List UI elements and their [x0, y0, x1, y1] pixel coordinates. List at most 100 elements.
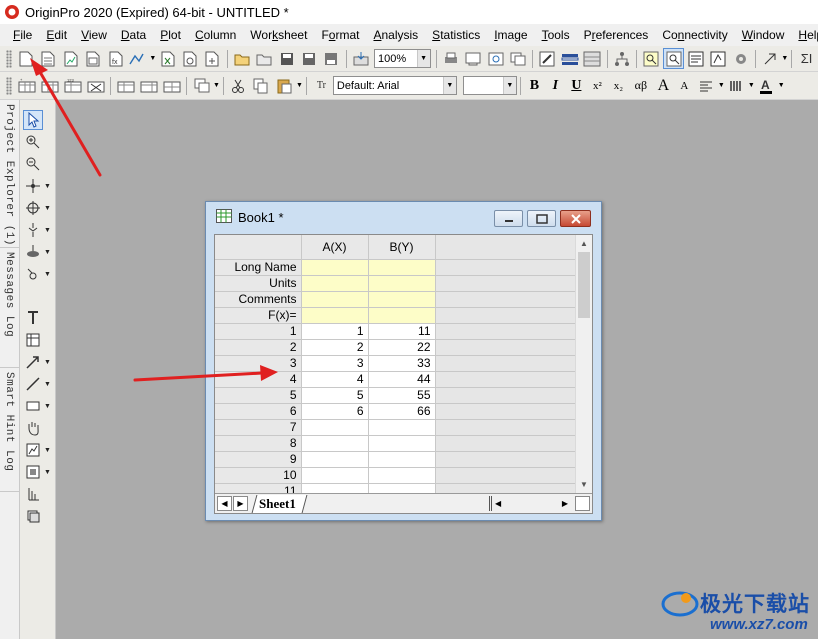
row-number[interactable]: 4 [215, 371, 302, 388]
tool-dropdown-icon[interactable]: ▼ [44, 271, 51, 278]
menu-image[interactable]: Image [487, 25, 534, 45]
menu-help[interactable]: Help [791, 25, 818, 45]
print-icon[interactable] [441, 48, 461, 69]
comments-cell-a[interactable] [301, 291, 369, 308]
zoom-select[interactable]: 100% ▼ [374, 49, 431, 68]
cell-b[interactable] [368, 435, 436, 452]
new-function-icon[interactable]: fx [106, 48, 126, 69]
menu-statistics[interactable]: Statistics [425, 25, 487, 45]
toolbar-overflow-icon[interactable]: ▼ [781, 55, 788, 62]
long-name-cell-a[interactable] [301, 259, 369, 276]
toolbar-grip[interactable] [6, 76, 12, 95]
minimize-button[interactable] [494, 210, 523, 227]
line-tool[interactable]: ▼ [23, 374, 53, 394]
menu-worksheet[interactable]: Worksheet [243, 25, 314, 45]
scroll-down-icon[interactable]: ▼ [576, 476, 592, 492]
new-notes-icon[interactable] [202, 48, 222, 69]
cut-icon[interactable] [228, 75, 249, 96]
rectangle-tool[interactable]: ▼ [23, 396, 53, 416]
cell-b[interactable] [368, 451, 436, 468]
row-number[interactable]: 3 [215, 355, 302, 372]
next-sheet-icon[interactable]: ▶ [233, 496, 248, 511]
font-size-select[interactable]: ▼ [462, 76, 517, 95]
row-label-comments[interactable]: Comments [215, 291, 302, 308]
row-number[interactable]: 9 [215, 451, 302, 468]
fx-cell-a[interactable] [301, 307, 369, 324]
insert-image-tool[interactable]: ▼ [23, 462, 53, 482]
pattern-dropdown-icon[interactable]: ▼ [748, 82, 755, 89]
tool-dropdown-icon[interactable]: ▼ [44, 447, 51, 454]
copy-window-icon[interactable] [191, 75, 212, 96]
tab-smart-hint-log[interactable]: Smart Hint Log [0, 368, 20, 492]
code-icon[interactable] [708, 48, 728, 69]
cell-a[interactable]: 6 [301, 403, 369, 420]
scale-tool[interactable] [23, 484, 53, 504]
menu-preferences[interactable]: Preferences [577, 25, 656, 45]
new-3d-plot-dropdown-icon[interactable]: ▼ [149, 55, 156, 62]
region-mask-tool[interactable]: ▼ [23, 242, 53, 262]
row-label-units[interactable]: Units [215, 275, 302, 292]
cell-a[interactable]: 1 [301, 323, 369, 340]
copy-icon[interactable] [251, 75, 272, 96]
cell-a[interactable] [301, 419, 369, 436]
font-color-dropdown-icon[interactable]: ▼ [778, 82, 785, 89]
data-selector-tool[interactable]: ▼ [23, 220, 53, 240]
new-project-icon[interactable] [16, 48, 36, 69]
cell-a[interactable] [301, 467, 369, 484]
align-left-icon[interactable] [696, 75, 717, 96]
cell-b[interactable]: 11 [368, 323, 436, 340]
tool-dropdown-icon[interactable]: ▼ [44, 183, 51, 190]
gear-icon[interactable] [731, 48, 751, 69]
set-column-values-icon[interactable]: 123 [62, 75, 83, 96]
units-cell-b[interactable] [368, 275, 436, 292]
tab-messages-log[interactable]: Messages Log [0, 248, 20, 368]
cell-a[interactable] [301, 451, 369, 468]
row-label-fx[interactable]: F(x)= [215, 307, 302, 324]
workbook-organizer-icon[interactable] [582, 48, 602, 69]
add-table-tool[interactable] [23, 330, 53, 350]
row-number[interactable]: 5 [215, 387, 302, 404]
cell-a[interactable] [301, 435, 369, 452]
screen-reader-tool[interactable]: ▼ [23, 198, 53, 218]
row-number[interactable]: 1 [215, 323, 302, 340]
cell-b[interactable]: 22 [368, 339, 436, 356]
add-new-columns-icon[interactable]: + [16, 75, 37, 96]
cell-a[interactable]: 4 [301, 371, 369, 388]
insert-graph-tool[interactable]: ▼ [23, 440, 53, 460]
toolbar-grip[interactable] [6, 49, 12, 68]
row-number[interactable]: 8 [215, 435, 302, 452]
increase-font-button[interactable]: A [653, 77, 674, 95]
sheet-tab[interactable]: Sheet1 [251, 494, 308, 513]
open-template-icon[interactable] [254, 48, 274, 69]
duplicate-icon[interactable] [508, 48, 528, 69]
italic-button[interactable]: I [545, 78, 566, 94]
corner-cell[interactable] [215, 235, 302, 260]
tool-dropdown-icon[interactable]: ▼ [44, 359, 51, 366]
menu-tools[interactable]: Tools [535, 25, 577, 45]
open-folder-icon[interactable] [232, 48, 252, 69]
new-excel-icon[interactable] [157, 48, 177, 69]
toolbar-overflow-icon[interactable]: ▼ [213, 82, 220, 89]
row-number[interactable]: 10 [215, 467, 302, 484]
scroll-left-icon[interactable]: ◀ [495, 499, 501, 508]
results-log-icon[interactable] [641, 48, 661, 69]
comments-cell-b[interactable] [368, 291, 436, 308]
font-select[interactable]: Default: Arial ▼ [332, 76, 457, 95]
zoom-in-tool[interactable] [23, 132, 53, 152]
cell-b[interactable]: 66 [368, 403, 436, 420]
toolbar-overflow-icon[interactable]: ▼ [296, 82, 303, 89]
underline-button[interactable]: U [566, 78, 587, 94]
close-button[interactable] [560, 210, 591, 227]
tool-dropdown-icon[interactable]: ▼ [44, 403, 51, 410]
horizontal-scrollbar[interactable]: ◀ ▶ [489, 496, 571, 511]
workbook-window[interactable]: Book1 * A(X) B(Y) Long Name Units Commen… [205, 201, 602, 521]
row-number[interactable]: 7 [215, 419, 302, 436]
new-workbook-icon[interactable] [38, 48, 58, 69]
font-color-icon[interactable]: A [756, 75, 777, 96]
fx-cell-b[interactable] [368, 307, 436, 324]
text-tool[interactable] [23, 308, 53, 328]
clear-worksheet-icon[interactable] [85, 75, 106, 96]
tool-dropdown-icon[interactable]: ▼ [44, 249, 51, 256]
new-graph-icon[interactable] [61, 48, 81, 69]
sort-icon[interactable] [115, 75, 136, 96]
